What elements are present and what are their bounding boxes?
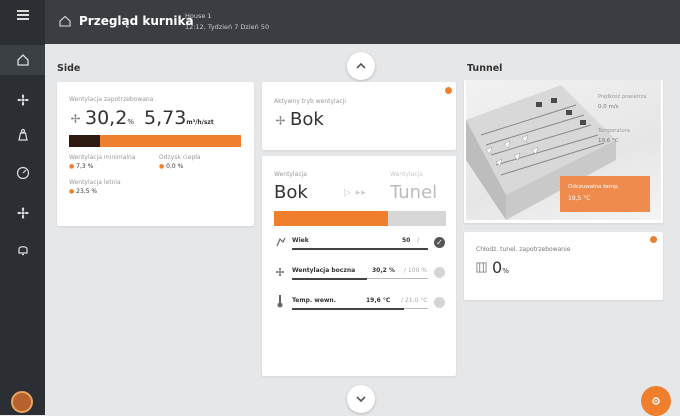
tunnel-cooling-card[interactable]: Chłodz. tunel. zapotrzebowanie 0% [464,232,663,300]
house-icon [59,15,71,27]
row-side-vent-bar [292,278,367,280]
summer-ventilation-value: ● 23,5 % [69,188,98,195]
cooling-value: 0% [492,258,509,277]
ventilation-transition-card[interactable]: Wentylacja Bok ▷ ▸▸ Wentylacja Tunel Wie… [262,156,456,376]
row-temp-label: Temp. wewn. [292,297,336,304]
section-tunnel-title: Tunnel [467,63,503,74]
scroll-up-button[interactable] [347,52,375,80]
row-temp-value: 19,6 °C [366,297,391,304]
feels-like-box: Odczuwalna temp. 19,5 °C [560,176,650,212]
sidebar-item-fan-alt[interactable] [0,198,45,228]
gear-icon [652,397,660,405]
weight-icon [17,128,28,141]
menu-button[interactable] [0,0,45,30]
row-side-vent-bar-rest [367,278,428,279]
home-icon [16,54,29,66]
row-temp-bar-rest [404,308,428,309]
datetime: 12:12, Tydzień 7 Dzień 50 [185,23,270,31]
transition-progress-fill [274,211,388,226]
check-icon: ✓ [434,237,445,248]
summer-ventilation-label: Wentylacja letnia [69,179,121,186]
check-icon [434,267,445,278]
chevron-up-icon [356,62,366,69]
row-side-vent-label: Wentylacja boczna [292,267,356,274]
min-ventilation-value: ● 7,3 % [69,163,94,170]
row-temp-target: / 21,0 °C [401,297,428,304]
side-vent-label: Wentylacja [274,171,307,178]
active-mode-value: Bok [290,109,324,130]
gauge-icon [16,166,29,180]
temperature-value: 19,6 °C [598,138,619,144]
feels-like-value: 19,5 °C [568,195,591,202]
fan-icon [275,115,286,126]
cooling-label: Chłodz. tunel. zapotrzebowanie [476,246,571,253]
row-temp-bar [292,308,404,310]
cooling-pad-icon [476,262,487,273]
air-speed-label: Prędkość powietrza [598,94,647,100]
chick-icon [276,237,286,247]
required-ventilation-value: 30,2% 5,73m³/h/szt [85,107,214,129]
section-side-title: Side [57,63,81,74]
sidebar-item-weight[interactable] [0,120,45,150]
temperature-label: Temperatura [598,128,630,134]
row-age-value: 50 [402,237,411,244]
row-age-bar [292,248,428,250]
tunnel-vent-label: Wentylacja [390,171,423,178]
sidebar-item-home[interactable] [0,45,45,75]
settings-fab-button[interactable] [641,386,671,416]
fan-alt-icon [16,207,29,219]
transition-progress [274,211,446,226]
check-icon [434,297,445,308]
avatar[interactable] [11,391,33,413]
active-mode-label: Aktywny tryb wentylacji [274,98,347,105]
sidebar-item-fan[interactable] [0,85,45,115]
menu-icon [16,10,29,20]
min-ventilation-label: Wentylacja minimalna [69,154,136,161]
air-speed-value: 0,0 m/s [598,104,619,110]
status-dot [650,236,657,243]
chevron-down-icon [356,396,366,403]
fan-icon [70,113,81,124]
ventilation-progress [69,135,241,147]
house-name: House 1 [185,12,212,20]
tunnel-vent-value: Tunel [390,182,438,203]
feels-like-label: Odczuwalna temp. [568,184,620,190]
row-age-label: Wiek [292,237,309,244]
sidebar-item-gauge[interactable] [0,158,45,188]
active-mode-card[interactable]: Aktywny tryb wentylacji Bok [262,82,456,150]
top-bar: Przegląd kurnika House 1 12:12, Tydzień … [45,0,680,44]
row-age-target: / [417,237,420,244]
side-card-label: Wentylacja zapotrzebowana [69,96,154,103]
row-side-vent-target: / 100 % [404,267,427,274]
heat-recovery-value: ● 0,0 % [159,163,184,170]
thermometer-icon [277,295,283,308]
side-ventilation-card[interactable]: Wentylacja zapotrzebowana 30,2% 5,73m³/h… [57,82,254,226]
transition-arrows-icon: ▷ ▸▸ [344,188,367,198]
sidebar [0,0,45,415]
page-title: Przegląd kurnika [79,14,194,28]
ventilation-progress-fill [69,135,100,147]
scroll-down-button[interactable] [347,385,375,413]
row-side-vent-value: 30,2 % [372,267,395,274]
fan-icon [275,267,285,277]
status-dot [445,87,452,94]
sidebar-item-alarms[interactable] [0,235,45,265]
bell-icon [17,246,28,256]
heat-recovery-label: Odzysk ciepła [159,154,201,161]
fan-icon [16,94,29,106]
side-vent-value: Bok [274,182,308,203]
